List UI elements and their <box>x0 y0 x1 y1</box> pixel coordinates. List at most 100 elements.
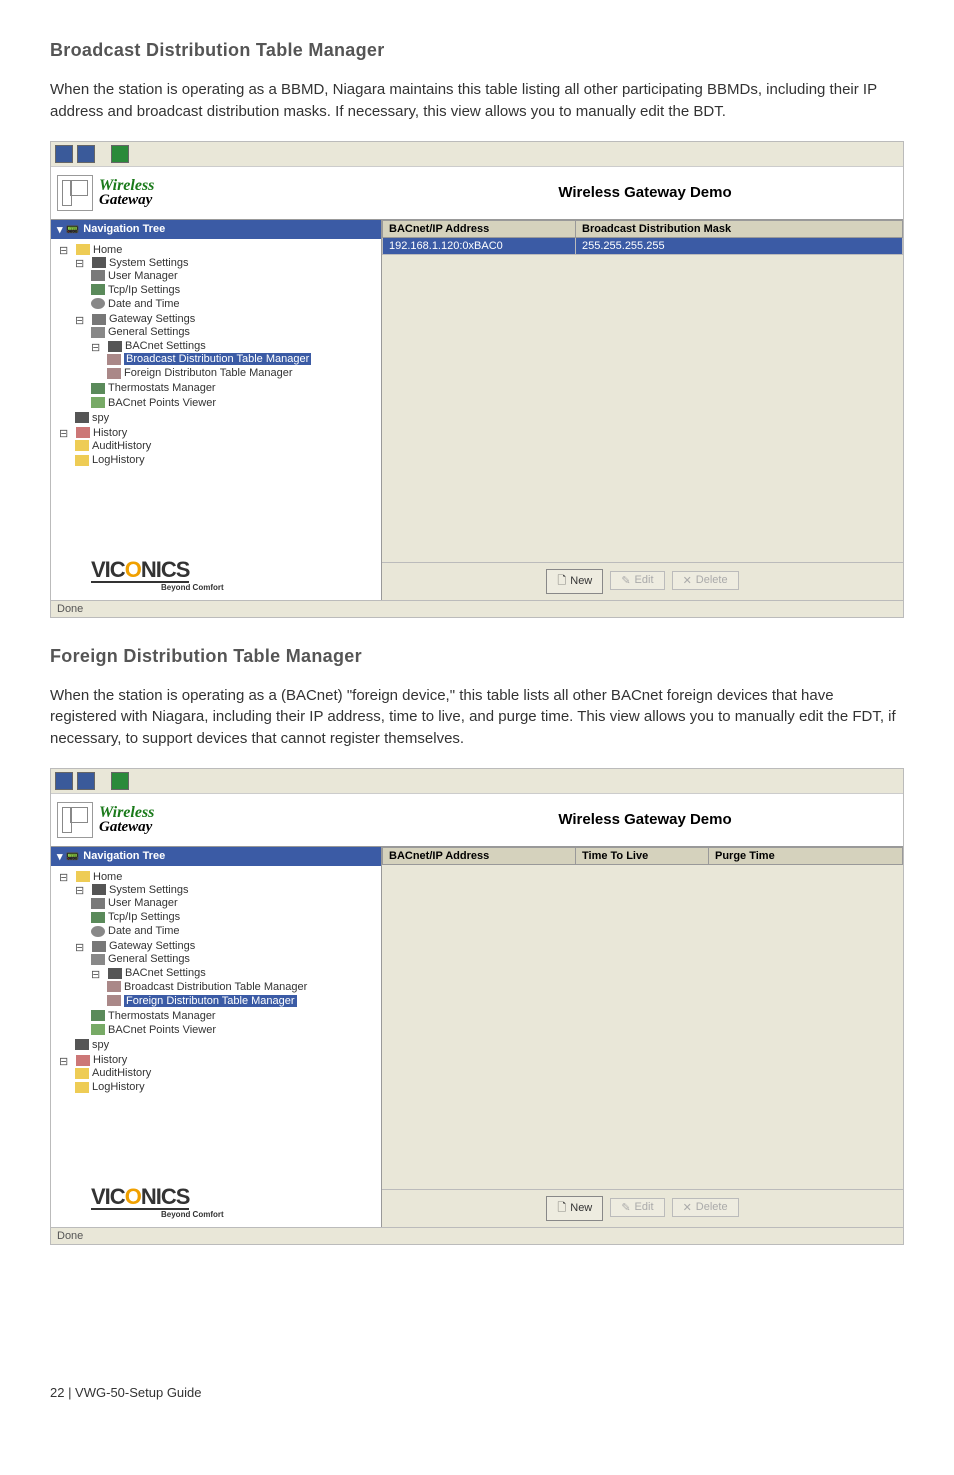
tree-gateway-settings[interactable]: Gateway Settings <box>109 940 195 952</box>
warn-icon <box>75 1082 89 1093</box>
tree-system-settings[interactable]: System Settings <box>109 884 188 896</box>
navigation-pane: ▾ 📟 Navigation Tree ⊟ Home ⊟ System Settin… <box>51 220 382 600</box>
network-icon <box>91 284 105 295</box>
toolbar-icon-1[interactable] <box>55 772 73 790</box>
table-icon <box>107 995 121 1006</box>
system-icon <box>92 884 106 895</box>
navigation-tree[interactable]: ⊟ Home ⊟ System Settings User Manager Tcp/… <box>51 239 381 473</box>
expand-icon[interactable]: ⊟ <box>75 257 89 268</box>
system-icon <box>92 257 106 268</box>
toolbar-icon-1[interactable] <box>55 145 73 163</box>
expand-icon[interactable]: ⊟ <box>75 941 89 952</box>
viconics-logo: VICONICS Beyond Comfort <box>51 1178 381 1227</box>
nav-tree-icon: ▾ 📟 <box>57 223 79 236</box>
tree-tcpip[interactable]: Tcp/Ip Settings <box>108 911 180 923</box>
toolbar-icon-2[interactable] <box>77 145 95 163</box>
tree-datetime[interactable]: Date and Time <box>108 298 180 310</box>
delete-button: ✕Delete <box>672 571 739 590</box>
header-row: Wireless Gateway Wireless Gateway Demo <box>51 794 903 847</box>
nav-tree-title: Navigation Tree <box>83 223 165 235</box>
viconics-tagline: Beyond Comfort <box>161 1210 381 1219</box>
cell-mask[interactable]: 255.255.255.255 <box>576 237 903 254</box>
bdt-grid[interactable]: BACnet/IP Address Broadcast Distribution… <box>382 220 903 562</box>
navigation-pane: ▾ 📟 Navigation Tree ⊟Home ⊟System Settin… <box>51 847 382 1227</box>
col-broadcast-mask[interactable]: Broadcast Distribution Mask <box>576 220 903 237</box>
tree-thermostats[interactable]: Thermostats Manager <box>108 1010 216 1022</box>
tree-tcpip[interactable]: Tcp/Ip Settings <box>108 284 180 296</box>
tree-home[interactable]: Home <box>93 244 122 256</box>
new-button[interactable]: 🗋New <box>546 569 603 594</box>
expand-icon[interactable]: ⊟ <box>75 884 89 895</box>
navigation-tree[interactable]: ⊟ Home ⊟ System Settings User Manager Tcp/… <box>51 866 381 1100</box>
network-icon <box>91 912 105 923</box>
expand-icon[interactable]: ⊟ <box>59 1055 73 1066</box>
gateway-icon <box>57 175 93 211</box>
col-bacnet-ip[interactable]: BACnet/IP Address <box>383 220 576 237</box>
tree-audit-history[interactable]: AuditHistory <box>92 1067 151 1079</box>
tree-bdt-manager[interactable]: Broadcast Distribution Table Manager <box>124 981 307 993</box>
expand-icon[interactable]: ⊟ <box>59 244 73 255</box>
edit-button: ✎Edit <box>610 571 664 590</box>
tree-bacnet-settings[interactable]: BACnet Settings <box>125 340 206 352</box>
new-icon: 🗋 <box>557 572 566 591</box>
tree-audit-history[interactable]: AuditHistory <box>92 440 151 452</box>
tree-gateway-settings[interactable]: Gateway Settings <box>109 313 195 325</box>
tree-bacnet-points[interactable]: BACnet Points Viewer <box>108 397 216 409</box>
tree-thermostats[interactable]: Thermostats Manager <box>108 383 216 395</box>
col-bacnet-ip[interactable]: BACnet/IP Address <box>383 847 576 864</box>
cell-address[interactable]: 192.168.1.120:0xBAC0 <box>383 237 576 254</box>
tree-history[interactable]: History <box>93 427 127 439</box>
tree-user-manager[interactable]: User Manager <box>108 270 178 282</box>
tree-fdt-manager[interactable]: Foreign Distributon Table Manager <box>124 995 297 1007</box>
toolbar-icon-2[interactable] <box>77 772 95 790</box>
tree-general-settings[interactable]: General Settings <box>108 953 190 965</box>
wireless-gateway-logo: Wireless Gateway <box>57 802 154 838</box>
fdt-grid[interactable]: BACnet/IP Address Time To Live Purge Tim… <box>382 847 903 1189</box>
nav-tree-title: Navigation Tree <box>83 850 165 862</box>
header-title: Wireless Gateway Demo <box>387 184 903 201</box>
expand-icon[interactable]: ⊟ <box>75 314 89 325</box>
content-pane: BACnet/IP Address Time To Live Purge Tim… <box>382 847 903 1227</box>
tree-bacnet-points[interactable]: BACnet Points Viewer <box>108 1024 216 1036</box>
tree-general-settings[interactable]: General Settings <box>108 326 190 338</box>
tree-system-settings[interactable]: System Settings <box>109 257 188 269</box>
col-purge-time[interactable]: Purge Time <box>709 847 903 864</box>
tree-log-history[interactable]: LogHistory <box>92 1081 145 1093</box>
section2-paragraph: When the station is operating as a (BACn… <box>50 685 904 750</box>
logo-cell: Wireless Gateway <box>51 175 387 211</box>
home-icon <box>76 244 90 255</box>
table-row[interactable]: 192.168.1.120:0xBAC0 255.255.255.255 <box>383 237 903 254</box>
toolbar-icon-3[interactable] <box>111 145 129 163</box>
tree-datetime[interactable]: Date and Time <box>108 925 180 937</box>
fdt-table: BACnet/IP Address Time To Live Purge Tim… <box>382 847 903 865</box>
history-icon <box>76 1055 90 1066</box>
button-bar: 🗋New ✎Edit ✕Delete <box>382 562 903 600</box>
points-icon <box>91 397 105 408</box>
expand-icon[interactable]: ⊟ <box>59 427 73 438</box>
header-row: Wireless Gateway Wireless Gateway Demo <box>51 167 903 220</box>
tree-home[interactable]: Home <box>93 871 122 883</box>
tree-bacnet-settings[interactable]: BACnet Settings <box>125 968 206 980</box>
tree-bdt-manager[interactable]: Broadcast Distribution Table Manager <box>124 353 311 365</box>
expand-icon[interactable]: ⊟ <box>91 968 105 979</box>
logo-text-bottom: Gateway <box>99 193 154 207</box>
section1-paragraph: When the station is operating as a BBMD,… <box>50 79 904 123</box>
new-button[interactable]: 🗋New <box>546 1196 603 1221</box>
tree-user-manager[interactable]: User Manager <box>108 897 178 909</box>
tree-log-history[interactable]: LogHistory <box>92 454 145 466</box>
tree-fdt-manager[interactable]: Foreign Distributon Table Manager <box>124 367 293 379</box>
expand-icon[interactable]: ⊟ <box>59 871 73 882</box>
warn-icon <box>75 1068 89 1079</box>
table-icon <box>107 354 121 365</box>
toolbar-spacer <box>99 772 107 790</box>
tree-history[interactable]: History <box>93 1054 127 1066</box>
expand-icon[interactable]: ⊟ <box>91 341 105 352</box>
logo-text-top: Wireless <box>99 805 154 820</box>
toolbar-icon-3[interactable] <box>111 772 129 790</box>
warn-icon <box>75 440 89 451</box>
edit-button: ✎Edit <box>610 1198 664 1217</box>
logo-cell: Wireless Gateway <box>51 802 387 838</box>
col-time-to-live[interactable]: Time To Live <box>576 847 709 864</box>
tree-spy[interactable]: spy <box>92 1039 109 1051</box>
tree-spy[interactable]: spy <box>92 412 109 424</box>
